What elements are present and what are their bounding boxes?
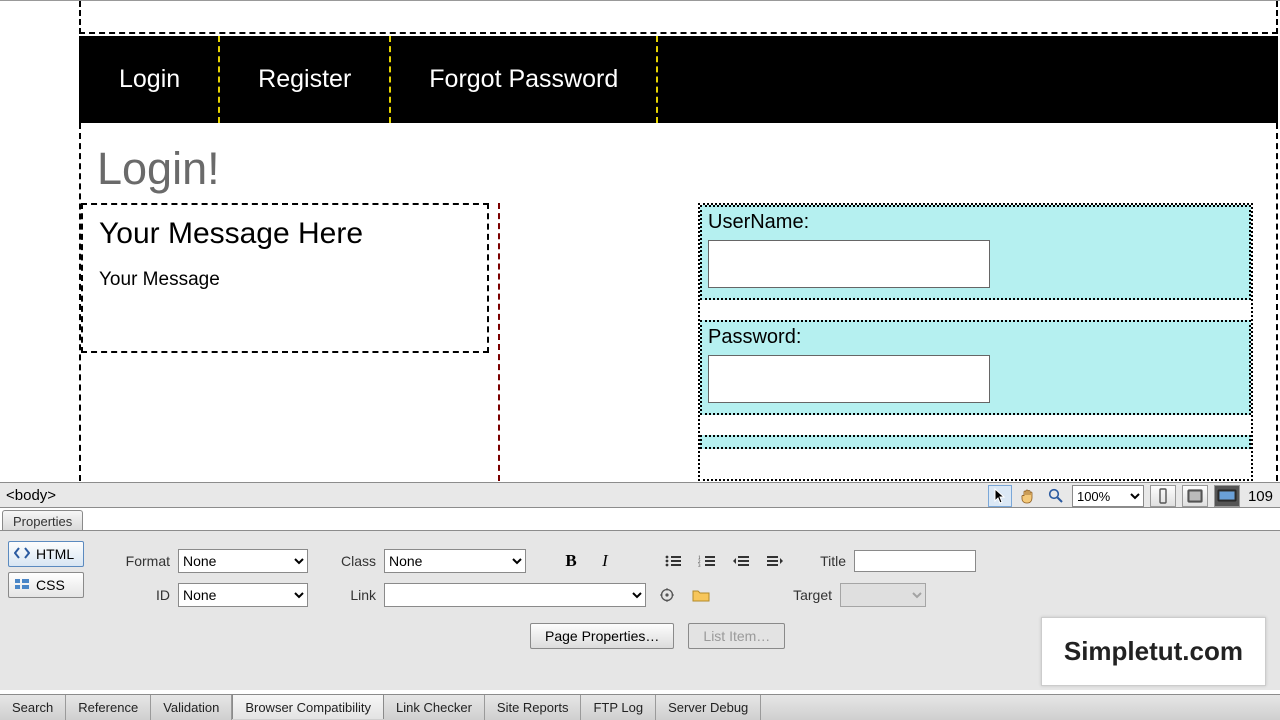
view-desktop-icon[interactable] bbox=[1214, 485, 1240, 507]
bottom-tabs: Search Reference Validation Browser Comp… bbox=[0, 694, 1280, 720]
username-input[interactable] bbox=[708, 240, 990, 288]
mode-css-button[interactable]: CSS bbox=[8, 572, 84, 598]
nav-item-register[interactable]: Register bbox=[220, 36, 391, 123]
hand-tool-icon[interactable] bbox=[1016, 485, 1040, 507]
zoom-select[interactable]: 100% bbox=[1072, 485, 1144, 507]
italic-button[interactable]: I bbox=[592, 550, 618, 572]
view-tablet-icon[interactable] bbox=[1182, 485, 1208, 507]
css-mode-icon bbox=[14, 578, 30, 592]
outdent-icon[interactable] bbox=[728, 550, 754, 572]
class-label: Class bbox=[336, 553, 376, 569]
list-item-button: List Item… bbox=[688, 623, 785, 649]
tab-server-debug[interactable]: Server Debug bbox=[656, 695, 761, 720]
title-input[interactable] bbox=[854, 550, 976, 572]
html-mode-icon bbox=[14, 547, 30, 561]
logo-region[interactable] bbox=[79, 1, 1278, 34]
tab-site-reports[interactable]: Site Reports bbox=[485, 695, 582, 720]
view-tools: 100% 109 bbox=[988, 483, 1279, 509]
username-label: UserName: bbox=[708, 211, 1243, 234]
svg-text:3: 3 bbox=[698, 564, 701, 568]
tab-link-checker[interactable]: Link Checker bbox=[384, 695, 485, 720]
design-canvas[interactable]: Login Register Forgot Password Login! Yo… bbox=[0, 0, 1280, 481]
tag-body[interactable]: <body> bbox=[0, 487, 62, 504]
browse-folder-icon[interactable] bbox=[688, 584, 714, 606]
target-select bbox=[840, 583, 926, 607]
pointer-tool-icon[interactable] bbox=[988, 485, 1012, 507]
mode-html-button[interactable]: HTML bbox=[8, 541, 84, 567]
id-select[interactable]: None bbox=[178, 583, 308, 607]
column-divider bbox=[498, 203, 500, 481]
page-body[interactable]: Login! Your Message Here Your Message Us… bbox=[79, 123, 1278, 481]
unordered-list-icon[interactable] bbox=[660, 550, 686, 572]
message-body[interactable]: Your Message bbox=[99, 269, 471, 291]
watermark: Simpletut.com bbox=[1041, 617, 1266, 686]
class-select[interactable]: None bbox=[384, 549, 526, 573]
page-properties-button[interactable]: Page Properties… bbox=[530, 623, 674, 649]
id-label: ID bbox=[110, 587, 170, 603]
bold-button[interactable]: B bbox=[558, 550, 584, 572]
properties-tab[interactable]: Properties bbox=[2, 510, 83, 532]
mode-html-label: HTML bbox=[36, 546, 74, 562]
point-to-file-icon[interactable] bbox=[654, 584, 680, 606]
tab-search[interactable]: Search bbox=[0, 695, 66, 720]
mode-css-label: CSS bbox=[36, 577, 65, 593]
format-select[interactable]: None bbox=[178, 549, 308, 573]
message-heading[interactable]: Your Message Here bbox=[99, 217, 471, 251]
extra-block[interactable] bbox=[700, 435, 1251, 449]
tab-ftp-log[interactable]: FTP Log bbox=[581, 695, 656, 720]
view-mobile-icon[interactable] bbox=[1150, 485, 1176, 507]
tab-validation[interactable]: Validation bbox=[151, 695, 232, 720]
indent-icon[interactable] bbox=[762, 550, 788, 572]
nav-item-forgot-password[interactable]: Forgot Password bbox=[391, 36, 658, 123]
login-form[interactable]: UserName: Password: bbox=[698, 203, 1253, 481]
nav-item-login[interactable]: Login bbox=[81, 36, 220, 123]
tab-reference[interactable]: Reference bbox=[66, 695, 151, 720]
link-label: Link bbox=[336, 587, 376, 603]
format-label: Format bbox=[110, 553, 170, 569]
title-label: Title bbox=[806, 553, 846, 569]
password-block[interactable]: Password: bbox=[700, 320, 1251, 415]
page-title[interactable]: Login! bbox=[97, 143, 1276, 195]
password-input[interactable] bbox=[708, 355, 990, 403]
password-label: Password: bbox=[708, 326, 1243, 349]
tab-browser-compatibility[interactable]: Browser Compatibility bbox=[232, 694, 384, 719]
zoom-tool-icon[interactable] bbox=[1044, 485, 1068, 507]
nav-bar: Login Register Forgot Password bbox=[79, 36, 1278, 123]
username-block[interactable]: UserName: bbox=[700, 205, 1251, 300]
target-label: Target bbox=[786, 587, 832, 603]
ordered-list-icon[interactable]: 123 bbox=[694, 550, 720, 572]
link-input[interactable] bbox=[384, 583, 646, 607]
tag-selector-bar: <body> 100% 109 bbox=[0, 482, 1280, 508]
message-box[interactable]: Your Message Here Your Message bbox=[81, 203, 489, 353]
side-number: 109 bbox=[1244, 488, 1277, 505]
